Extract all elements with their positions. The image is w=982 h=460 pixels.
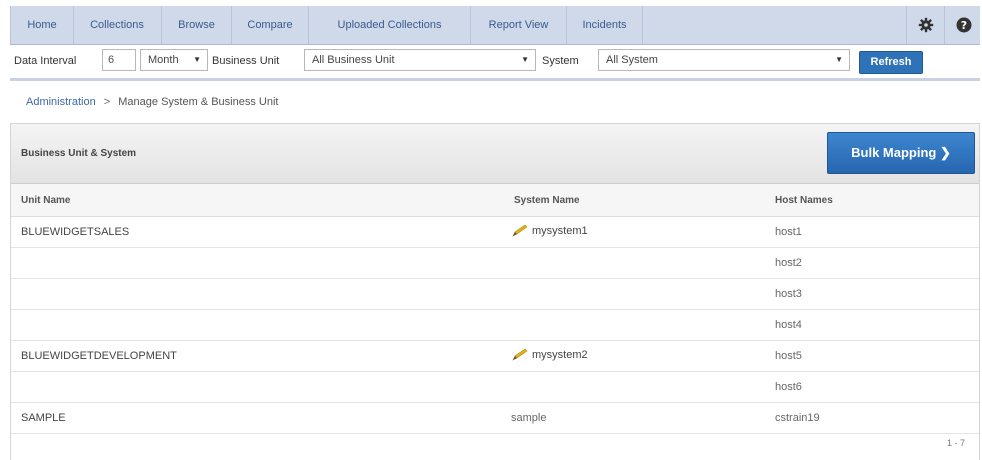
- column-system-name[interactable]: System Name: [514, 195, 580, 206]
- nav-collections[interactable]: Collections: [73, 6, 162, 44]
- pagination-info: 1 - 7: [946, 438, 965, 448]
- table-row: BLUEWIDGETDEVELOPMENT mysystem2 host5: [11, 341, 979, 372]
- chevron-down-icon: ▼: [521, 55, 529, 64]
- system-name-text[interactable]: mysystem2: [532, 349, 588, 361]
- nav-home[interactable]: Home: [10, 6, 74, 44]
- pencil-edit-icon[interactable]: [511, 224, 528, 237]
- nav-incidents[interactable]: Incidents: [567, 6, 643, 44]
- interval-unit-select[interactable]: Month ▼: [140, 49, 208, 71]
- nav-compare[interactable]: Compare: [232, 6, 309, 44]
- host-name-cell: host3: [775, 288, 802, 300]
- system-name-cell: mysystem1: [511, 224, 588, 237]
- table-row: host4: [11, 310, 979, 341]
- breadcrumb: Administration > Manage System & Busines…: [26, 96, 278, 108]
- table-row: SAMPLE sample cstrain19: [11, 403, 979, 434]
- refresh-button[interactable]: Refresh: [859, 51, 923, 74]
- pencil-edit-icon[interactable]: [511, 348, 528, 361]
- business-unit-panel: Business Unit & System Bulk Mapping ❯ Un…: [10, 123, 980, 460]
- chevron-down-icon: ▼: [193, 55, 201, 64]
- business-unit-select[interactable]: All Business Unit ▼: [304, 49, 536, 71]
- unit-name-cell: BLUEWIDGETSALES: [21, 226, 130, 238]
- system-label: System: [542, 55, 579, 67]
- table-row: host3: [11, 279, 979, 310]
- bulk-mapping-button[interactable]: Bulk Mapping ❯: [827, 132, 975, 174]
- host-name-cell: host1: [775, 226, 802, 238]
- chevron-down-icon: ▼: [835, 55, 843, 64]
- help-icon[interactable]: ?: [944, 6, 982, 44]
- table-row: BLUEWIDGETSALES mysystem1 host1: [11, 217, 979, 248]
- filter-bar: Data Interval 6 Month ▼ Business Unit Al…: [10, 45, 980, 81]
- table-row: host2: [11, 248, 979, 279]
- nav-uploaded-collections[interactable]: Uploaded Collections: [309, 6, 471, 44]
- business-unit-label: Business Unit: [212, 55, 280, 67]
- host-name-cell: host4: [775, 319, 802, 331]
- gear-icon[interactable]: [906, 6, 944, 44]
- svg-text:?: ?: [960, 19, 966, 32]
- panel-title: Business Unit & System: [21, 148, 137, 159]
- breadcrumb-administration[interactable]: Administration: [26, 96, 96, 108]
- breadcrumb-separator: >: [103, 96, 111, 108]
- host-name-cell: host6: [775, 381, 802, 393]
- business-unit-value: All Business Unit: [312, 54, 395, 66]
- data-interval-label: Data Interval: [14, 55, 77, 67]
- system-name-cell: mysystem2: [511, 348, 588, 361]
- data-interval-input[interactable]: 6: [102, 49, 136, 71]
- panel-header: Business Unit & System Bulk Mapping ❯: [11, 124, 979, 184]
- system-name-cell: sample: [511, 412, 547, 424]
- nav-report-view[interactable]: Report View: [471, 6, 567, 44]
- system-name-text[interactable]: mysystem1: [532, 225, 588, 237]
- system-select[interactable]: All System ▼: [598, 49, 850, 71]
- host-name-cell: cstrain19: [775, 412, 820, 424]
- column-host-names[interactable]: Host Names: [775, 195, 833, 206]
- unit-name-cell: BLUEWIDGETDEVELOPMENT: [21, 350, 177, 362]
- host-name-cell: host2: [775, 257, 802, 269]
- table-row: host6: [11, 372, 979, 403]
- system-value: All System: [606, 54, 658, 66]
- interval-unit-value: Month: [148, 54, 179, 66]
- column-unit-name[interactable]: Unit Name: [21, 195, 70, 206]
- breadcrumb-current: Manage System & Business Unit: [118, 96, 279, 108]
- unit-name-cell: SAMPLE: [21, 412, 66, 424]
- top-nav-bar: Home Collections Browse Compare Uploaded…: [10, 6, 980, 45]
- table-header: Unit Name System Name Host Names: [11, 184, 979, 217]
- host-name-cell: host5: [775, 350, 802, 362]
- nav-browse[interactable]: Browse: [162, 6, 232, 44]
